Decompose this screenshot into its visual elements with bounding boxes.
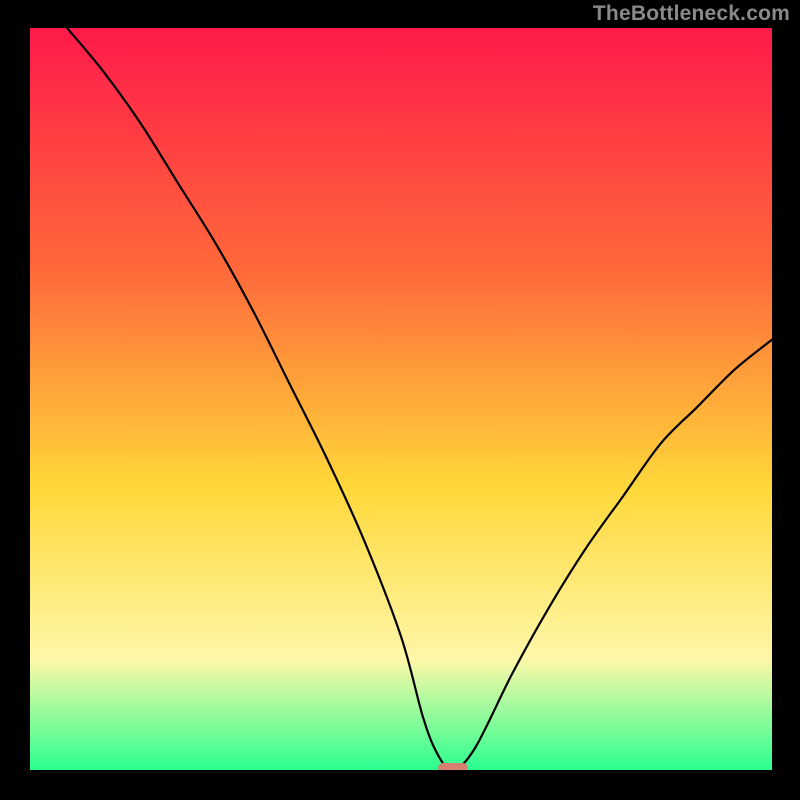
chart-frame: { "watermark": "TheBottleneck.com", "col… [0,0,800,800]
watermark-text: TheBottleneck.com [593,2,790,26]
plot-background [30,28,772,770]
frame-right [772,0,800,800]
frame-bottom [0,770,800,800]
frame-left [0,0,30,800]
chart-svg [0,0,800,800]
